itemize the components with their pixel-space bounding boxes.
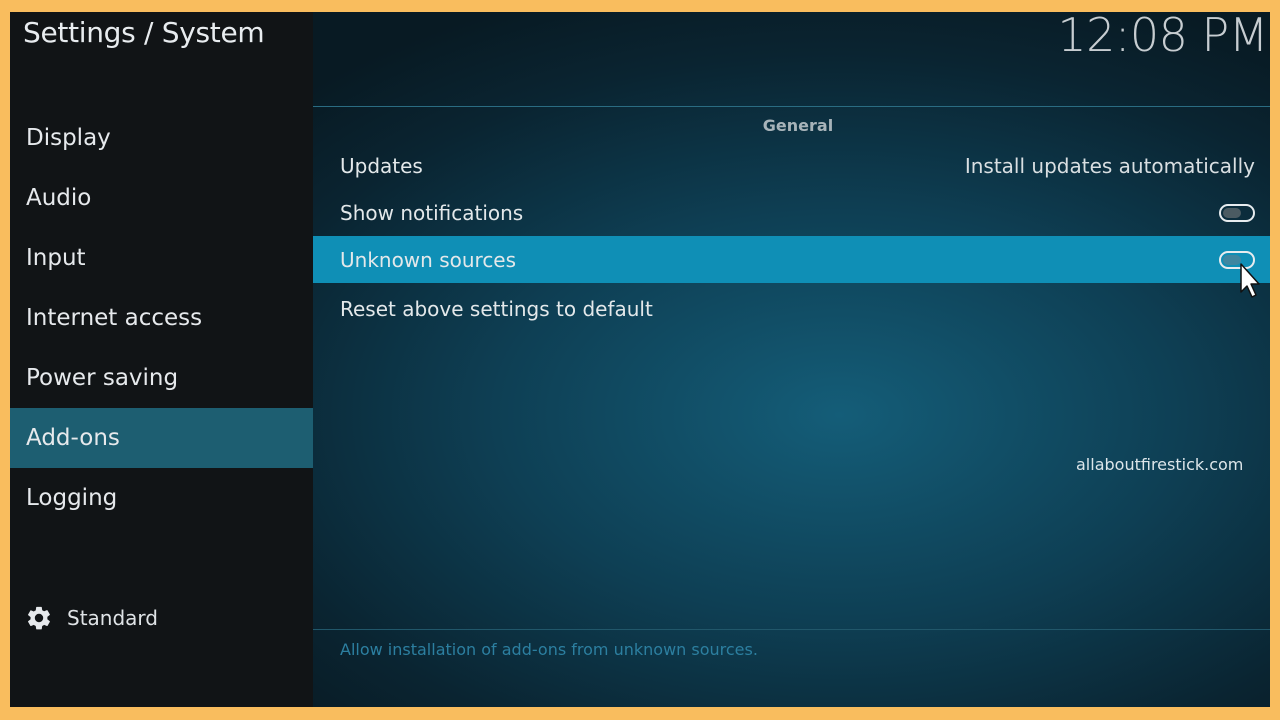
sidebar-item-internet-access[interactable]: Internet access [10,288,313,348]
toggle-switch[interactable] [1219,203,1255,222]
kodi-screen: Settings / System Display Audio Input In… [10,12,1270,707]
sidebar: Settings / System Display Audio Input In… [10,12,313,707]
gear-icon [28,606,50,630]
watermark: allaboutfirestick.com [1076,455,1244,474]
toggle-knob [1223,207,1241,218]
sidebar-item-logging[interactable]: Logging [10,468,313,528]
setting-label: Show notifications [340,200,524,225]
setting-description: Allow installation of add-ons from unkno… [340,640,758,659]
sidebar-item-audio[interactable]: Audio [10,168,313,228]
clock: 12:08 PM [1057,12,1268,62]
sidebar-item-input[interactable]: Input [10,228,313,288]
mouse-cursor-icon [1240,263,1260,298]
sidebar-nav: Display Audio Input Internet access Powe… [10,108,313,528]
section-title: General [762,116,834,135]
settings-level-button[interactable]: Standard [25,602,158,634]
sidebar-item-display[interactable]: Display [10,108,313,168]
setting-label: Updates [340,153,423,178]
window-title: Settings / System [23,16,265,49]
setting-reset-defaults[interactable]: Reset above settings to default [313,285,1270,332]
setting-unknown-sources[interactable]: Unknown sources [313,236,1270,283]
settings-level-label: Standard [67,606,158,630]
settings-panel: 12:08 PM General Updates Install updates… [313,12,1270,707]
setting-value: Install updates automatically [964,153,1255,178]
setting-updates[interactable]: Updates Install updates automatically [313,142,1270,189]
divider [313,106,1270,107]
divider [313,629,1270,630]
sidebar-item-power-saving[interactable]: Power saving [10,348,313,408]
sidebar-item-add-ons[interactable]: Add-ons [10,408,313,468]
setting-label: Reset above settings to default [340,296,653,321]
setting-label: Unknown sources [340,247,517,272]
setting-show-notifications[interactable]: Show notifications [313,189,1270,236]
